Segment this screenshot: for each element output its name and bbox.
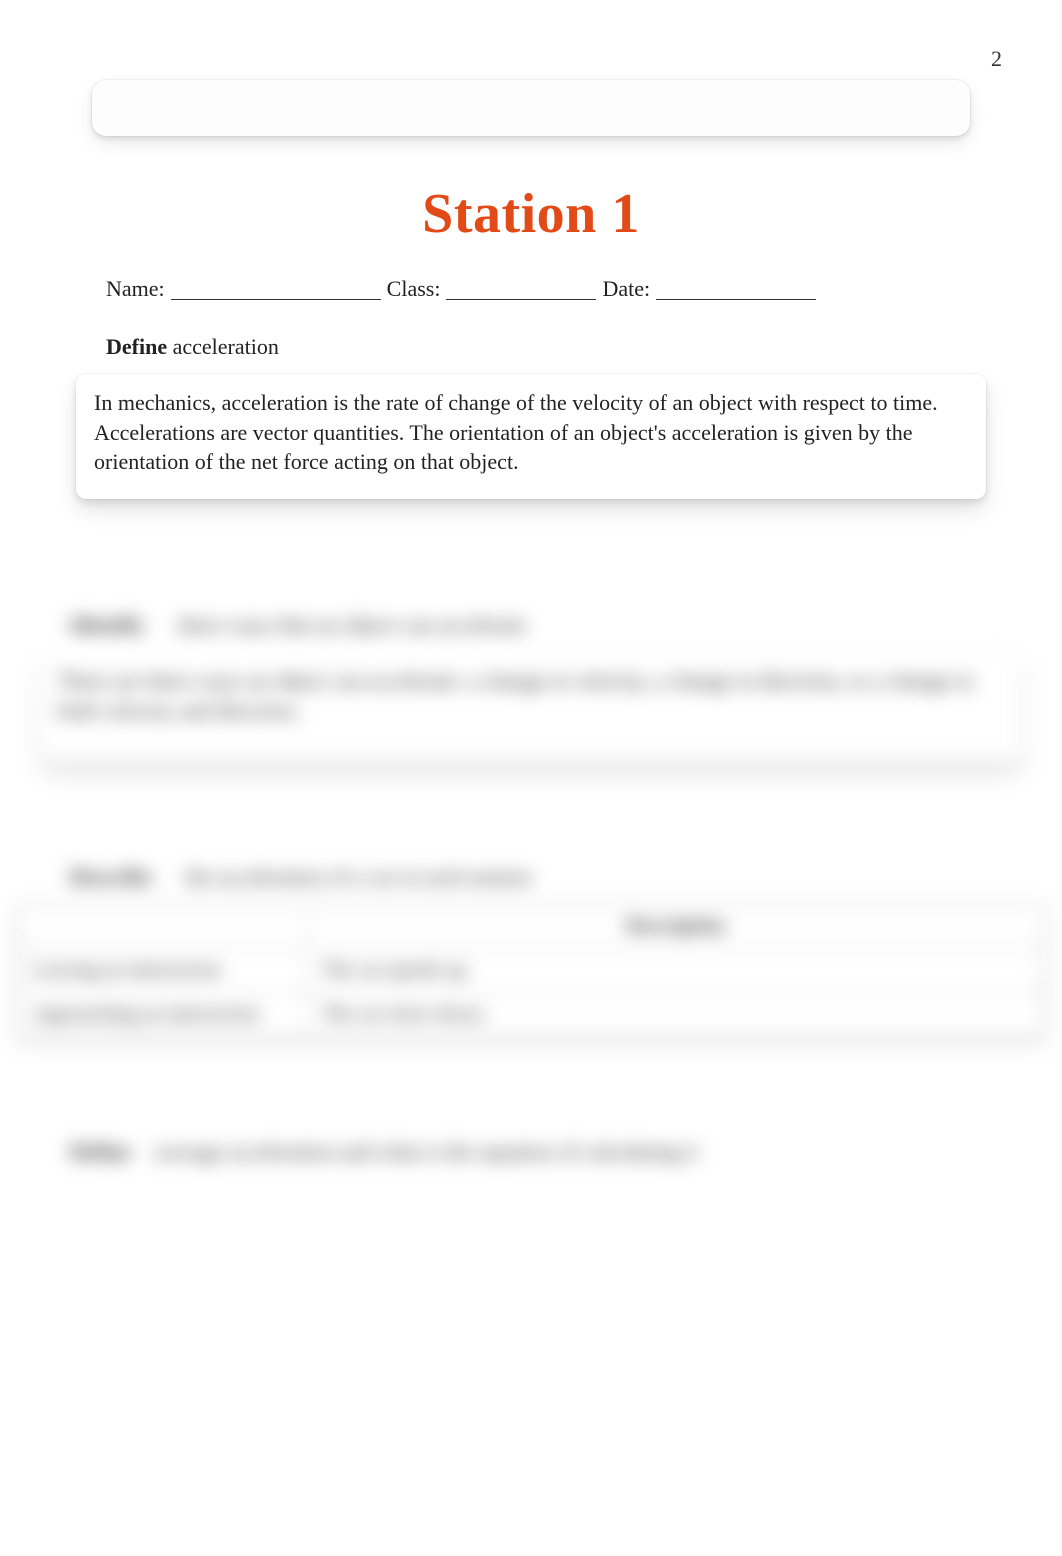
date-label: Date: — [602, 276, 650, 302]
page-number: 2 — [991, 46, 1002, 72]
q4-prompt-rest: average acceleration and what is the equ… — [149, 1139, 698, 1164]
worksheet-page: 2 Station 1 Name: Class: Date: Define ac… — [0, 0, 1062, 1556]
name-blank[interactable] — [171, 277, 381, 300]
table-row: Leaving an intersection The car speeds u… — [19, 949, 1044, 993]
q3-table: Description Leaving an intersection The … — [18, 904, 1044, 1037]
q4-prompt-bold: Define — [70, 1139, 131, 1164]
q1-prompt-bold: Define — [106, 334, 167, 359]
q2-prompt-rest: three ways that an object can accelerate — [173, 612, 527, 637]
q3-row1-label: Leaving an intersection — [19, 949, 308, 993]
q4-prompt: Define average acceleration and what is … — [70, 1139, 992, 1165]
name-label: Name: — [106, 276, 165, 302]
q3-row2-desc: The car slows down. — [308, 993, 1044, 1037]
class-blank[interactable] — [446, 277, 596, 300]
q3-row1-desc: The car speeds up. — [308, 949, 1044, 993]
student-info-row: Name: Class: Date: — [36, 276, 1026, 302]
q3-header-desc: Description — [308, 905, 1044, 949]
page-title: Station 1 — [36, 182, 1026, 246]
q3-prompt-bold: Describe — [70, 864, 152, 889]
q1-answer-card: In mechanics, acceleration is the rate o… — [76, 374, 986, 499]
table-row: Approaching an intersection The car slow… — [19, 993, 1044, 1037]
q3-row2-label: Approaching an intersection — [19, 993, 308, 1037]
date-blank[interactable] — [656, 277, 816, 300]
table-row: Description — [19, 905, 1044, 949]
q3-header-blank — [19, 905, 308, 949]
q3-prompt: Describe the acceleration of a car in ea… — [70, 864, 992, 890]
q2-answer-card: There are three ways an object can accel… — [40, 652, 1022, 762]
q3-prompt-rest: the acceleration of a car in each motion — [180, 864, 532, 889]
q1-prompt-rest: acceleration — [167, 334, 279, 359]
q2-prompt-bold: Identify — [70, 612, 145, 637]
q1-prompt: Define acceleration — [106, 334, 956, 360]
header-placeholder-card — [92, 80, 970, 136]
locked-preview-blur: Identify three ways that an object can a… — [0, 520, 1062, 1556]
q2-prompt: Identify three ways that an object can a… — [70, 612, 992, 638]
class-label: Class: — [387, 276, 441, 302]
